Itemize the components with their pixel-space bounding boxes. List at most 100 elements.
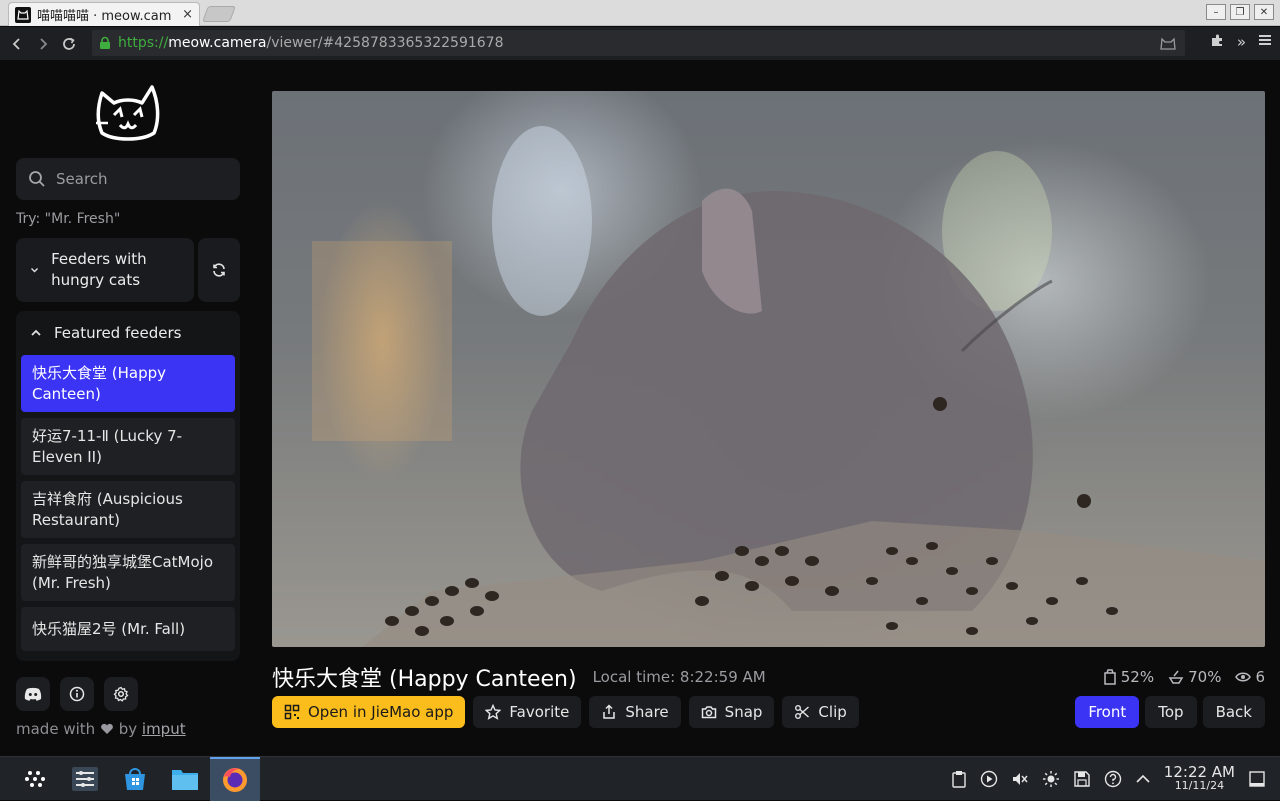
featured-feeders-toggle[interactable]: Featured feeders xyxy=(16,311,240,355)
snap-label: Snap xyxy=(724,703,763,721)
favorite-label: Favorite xyxy=(509,703,570,721)
volume-muted-icon[interactable] xyxy=(1011,770,1029,788)
info-icon[interactable] xyxy=(60,677,94,711)
food-level-value: 52% xyxy=(1120,668,1155,686)
refresh-button[interactable] xyxy=(198,238,240,302)
overflow-chevron-icon[interactable]: » xyxy=(1237,33,1246,52)
maximize-button[interactable]: ❐ xyxy=(1230,4,1250,20)
dish-level-value: 70% xyxy=(1188,668,1222,686)
minimize-button[interactable]: – xyxy=(1206,4,1226,20)
url-host: meow.camera xyxy=(168,35,267,51)
discover-store-icon[interactable] xyxy=(110,757,160,801)
star-icon xyxy=(485,704,502,720)
food-bag-icon xyxy=(1104,669,1116,685)
favorite-button[interactable]: Favorite xyxy=(473,696,582,728)
hungry-feeders-label: Feeders with hungry cats xyxy=(51,250,147,289)
search-input[interactable] xyxy=(56,170,226,188)
food-level-stat: 52% xyxy=(1103,668,1154,686)
system-settings-icon[interactable] xyxy=(60,757,110,801)
save-disk-icon[interactable] xyxy=(1073,770,1091,788)
close-window-button[interactable]: ✕ xyxy=(1254,4,1274,20)
cat-eating-scene xyxy=(312,126,1265,647)
qr-code-icon xyxy=(284,704,300,720)
feeder-item-auspicious-restaurant[interactable]: 吉祥食府 (Auspicious Restaurant) xyxy=(21,481,235,538)
feeder-item-mr-fresh[interactable]: 新鲜哥的独享城堡CatMojo (Mr. Fresh) xyxy=(21,544,235,601)
open-in-app-button[interactable]: Open in JieMao app xyxy=(272,696,466,728)
menu-icon[interactable] xyxy=(1258,33,1272,52)
view-top-button[interactable]: Top xyxy=(1145,696,1197,728)
url-path: /viewer/#4258783365322591678 xyxy=(266,35,504,51)
extensions-icon[interactable] xyxy=(1210,33,1225,52)
bowl-icon xyxy=(1168,670,1184,684)
camera-view-selector: Front Top Back xyxy=(1075,696,1265,728)
browser-tab-strip: 喵喵喵喵 · meow.cam × – ❐ ✕ xyxy=(0,0,1280,26)
tab-close-icon[interactable]: × xyxy=(182,7,193,22)
new-tab-button[interactable] xyxy=(202,6,236,22)
clip-button[interactable]: Clip xyxy=(782,696,859,728)
feeder-item-happy-canteen[interactable]: 快乐大食堂 (Happy Canteen) xyxy=(21,355,235,412)
url-scheme: https:// xyxy=(118,35,169,51)
feeder-stats: 52% 70% 6 xyxy=(1103,668,1265,686)
featured-feeders-label: Featured feeders xyxy=(54,324,182,342)
chevron-up-icon xyxy=(31,329,41,336)
tray-expand-chevron-icon[interactable] xyxy=(1135,771,1151,787)
search-box[interactable] xyxy=(16,158,240,200)
toolbar-right: » xyxy=(1210,33,1272,52)
viewers-count: 6 xyxy=(1255,668,1265,686)
open-in-app-label: Open in JieMao app xyxy=(308,703,454,721)
media-player-icon[interactable] xyxy=(980,770,998,788)
browser-toolbar: https://meow.camera/viewer/#425878336532… xyxy=(0,27,1280,60)
taskbar-apps xyxy=(10,757,260,801)
heart-icon xyxy=(101,723,113,734)
dish-level-stat: 70% xyxy=(1168,668,1221,686)
tab-title: 喵喵喵喵 · meow.cam xyxy=(37,9,172,24)
imput-link[interactable]: imput xyxy=(142,720,186,738)
view-back-button[interactable]: Back xyxy=(1202,696,1265,728)
back-icon[interactable] xyxy=(4,31,30,57)
camera-icon xyxy=(701,706,716,719)
clock-time: 12:22 AM xyxy=(1163,763,1235,781)
system-tray: 12:22 AM 11/11/24 xyxy=(951,757,1280,801)
feed-actions: Open in JieMao app Favorite Share Snap C… xyxy=(272,696,859,728)
cat-extension-icon[interactable] xyxy=(1159,35,1177,51)
search-hint: Try: "Mr. Fresh" xyxy=(16,211,121,227)
hungry-feeders-toggle[interactable]: Feeders with hungry cats xyxy=(16,238,194,302)
camera-feed-video[interactable] xyxy=(272,91,1265,647)
help-icon[interactable] xyxy=(1104,770,1122,788)
clock-date: 11/11/24 xyxy=(1174,779,1225,792)
local-time: Local time: 8:22:59 AM xyxy=(592,668,766,686)
scissors-icon xyxy=(795,705,810,719)
snap-button[interactable]: Snap xyxy=(688,696,775,728)
reload-icon[interactable] xyxy=(56,31,82,57)
taskbar: 12:22 AM 11/11/24 xyxy=(0,756,1280,801)
made-with-credit: made with by imput xyxy=(16,720,186,738)
view-front-button[interactable]: Front xyxy=(1075,696,1140,728)
sidebar: Try: "Mr. Fresh" Feeders with hungry cat… xyxy=(0,61,256,756)
brightness-icon[interactable] xyxy=(1042,770,1060,788)
refresh-icon xyxy=(213,263,225,277)
share-label: Share xyxy=(625,703,669,721)
sidebar-footer-icons xyxy=(16,677,138,711)
address-bar[interactable]: https://meow.camera/viewer/#425878336532… xyxy=(92,30,1185,56)
feeder-item-lucky-7-eleven[interactable]: 好运7-11-Ⅱ (Lucky 7-Eleven II) xyxy=(21,418,235,475)
feeder-item-mr-fall[interactable]: 快乐猫屋2号 (Mr. Fall) xyxy=(21,607,235,651)
clipboard-icon[interactable] xyxy=(951,770,967,788)
browser-tab[interactable]: 喵喵喵喵 · meow.cam × xyxy=(8,2,200,26)
forward-icon[interactable] xyxy=(30,31,56,57)
search-icon xyxy=(29,171,45,187)
share-button[interactable]: Share xyxy=(589,696,681,728)
clock[interactable]: 12:22 AM 11/11/24 xyxy=(1164,765,1235,793)
lock-icon xyxy=(100,36,110,49)
app-launcher-icon[interactable] xyxy=(10,757,60,801)
show-desktop-icon[interactable] xyxy=(1248,770,1266,788)
meow-camera-logo-icon[interactable] xyxy=(92,79,164,143)
firefox-icon[interactable] xyxy=(210,757,260,801)
feed-title: 快乐大食堂 (Happy Canteen) xyxy=(272,667,577,692)
share-icon xyxy=(603,704,616,719)
made-with-by: by xyxy=(118,720,138,738)
file-manager-icon[interactable] xyxy=(160,757,210,801)
eye-icon xyxy=(1235,672,1252,682)
settings-gear-icon[interactable] xyxy=(104,677,138,711)
viewers-stat: 6 xyxy=(1235,668,1265,686)
discord-icon[interactable] xyxy=(16,677,50,711)
